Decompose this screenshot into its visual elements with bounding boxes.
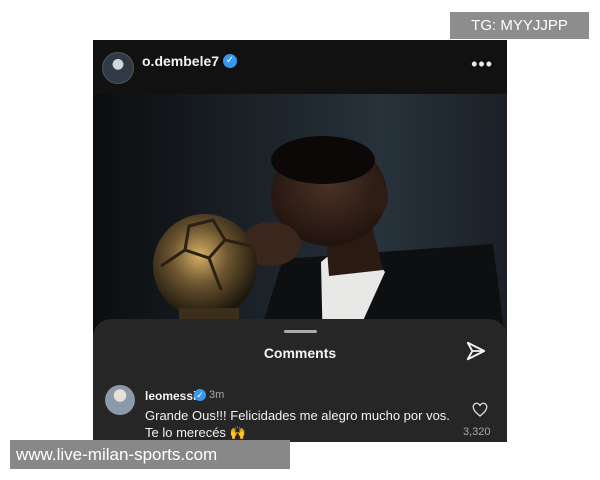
comment-avatar[interactable] [105,385,135,415]
heart-outline-icon[interactable] [472,402,488,418]
comment-username[interactable]: leomessi [145,389,196,403]
paper-plane-icon[interactable] [465,340,487,362]
more-options-icon[interactable]: ••• [471,54,493,75]
comments-sheet: Comments leomessi ✓ 3m Grande Ous!!! Fel… [93,319,507,442]
verified-badge-icon: ✓ [223,54,237,68]
comments-title: Comments [263,345,337,361]
post-header: o.dembele7 ✓ ••• [93,40,507,94]
instagram-post: o.dembele7 ✓ ••• Comments leomessi ✓ 3m … [93,40,507,442]
post-photo[interactable] [93,94,507,354]
sheet-drag-handle[interactable] [284,330,317,333]
tg-watermark: TG: MYYJJPP [450,12,589,39]
site-watermark: www.live-milan-sports.com [10,440,290,469]
comment-text: Grande Ous!!! Felicidades me alegro much… [145,408,450,440]
verified-badge-icon: ✓ [194,389,206,401]
photo-illustration [153,136,507,354]
comment-like-count: 3,320 [463,426,491,438]
comment-time: 3m [209,389,225,401]
profile-avatar[interactable] [102,52,134,84]
post-username[interactable]: o.dembele7 [142,53,219,69]
